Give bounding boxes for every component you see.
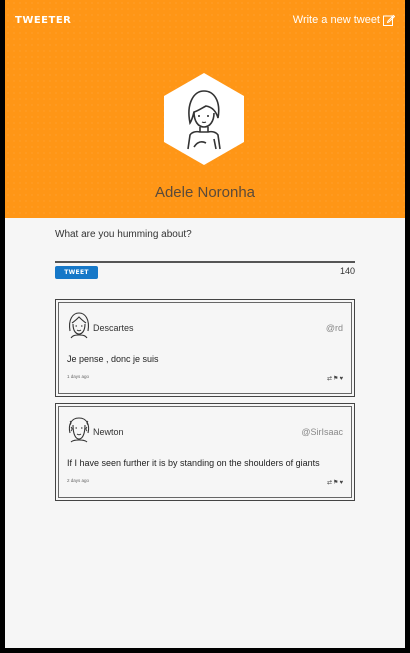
retweet-icon[interactable]: ⇄ xyxy=(327,376,332,382)
newton-avatar-icon xyxy=(68,417,90,443)
tweet-text: If I have seen further it is by standing… xyxy=(67,458,320,468)
flag-icon[interactable]: ⚑ xyxy=(333,376,338,382)
tweet-card-inner: Newton @SirIsaac If I have seen further … xyxy=(58,406,352,498)
write-new-tweet-link[interactable]: Write a new tweet xyxy=(293,14,395,26)
tweet-time: 1 days ago xyxy=(67,374,90,379)
tweet-actions: ⇄ ⚑ ♥ xyxy=(327,480,343,486)
edit-icon xyxy=(383,14,395,26)
tweet-card-inner: Descartes @rd Je pense , donc je suis 1 … xyxy=(58,302,352,394)
tweet-author[interactable]: Newton xyxy=(93,427,124,437)
composer-prompt: What are you humming about? xyxy=(55,229,192,240)
tweet-time: 2 days ago xyxy=(67,478,90,483)
tweet-actions: ⇄ ⚑ ♥ xyxy=(327,376,343,382)
retweet-icon[interactable]: ⇄ xyxy=(327,480,332,486)
profile-username: Adele Noronha xyxy=(154,184,256,201)
tweet-input[interactable] xyxy=(55,241,355,263)
app-frame: TWEETER Write a new tweet Adele Noronha … xyxy=(5,0,405,648)
tweet-button[interactable]: TWEET xyxy=(55,266,98,279)
profile-header: TWEETER Write a new tweet Adele Noronha xyxy=(5,0,405,218)
heart-icon[interactable]: ♥ xyxy=(339,480,343,486)
tweet-text: Je pense , donc je suis xyxy=(67,354,159,364)
heart-icon[interactable]: ♥ xyxy=(339,376,343,382)
char-counter: 140 xyxy=(339,266,355,276)
tweet-card: Descartes @rd Je pense , donc je suis 1 … xyxy=(55,299,355,397)
flag-icon[interactable]: ⚑ xyxy=(333,480,338,486)
write-new-tweet-label: Write a new tweet xyxy=(292,14,380,26)
descartes-avatar-icon xyxy=(69,312,89,339)
app-logo[interactable]: TWEETER xyxy=(15,15,71,26)
tweet-handle[interactable]: @rd xyxy=(326,323,343,333)
tweet-author[interactable]: Descartes xyxy=(93,323,134,333)
tweet-card: Newton @SirIsaac If I have seen further … xyxy=(55,403,355,501)
tweet-handle[interactable]: @SirIsaac xyxy=(301,427,343,437)
profile-avatar xyxy=(158,73,250,165)
